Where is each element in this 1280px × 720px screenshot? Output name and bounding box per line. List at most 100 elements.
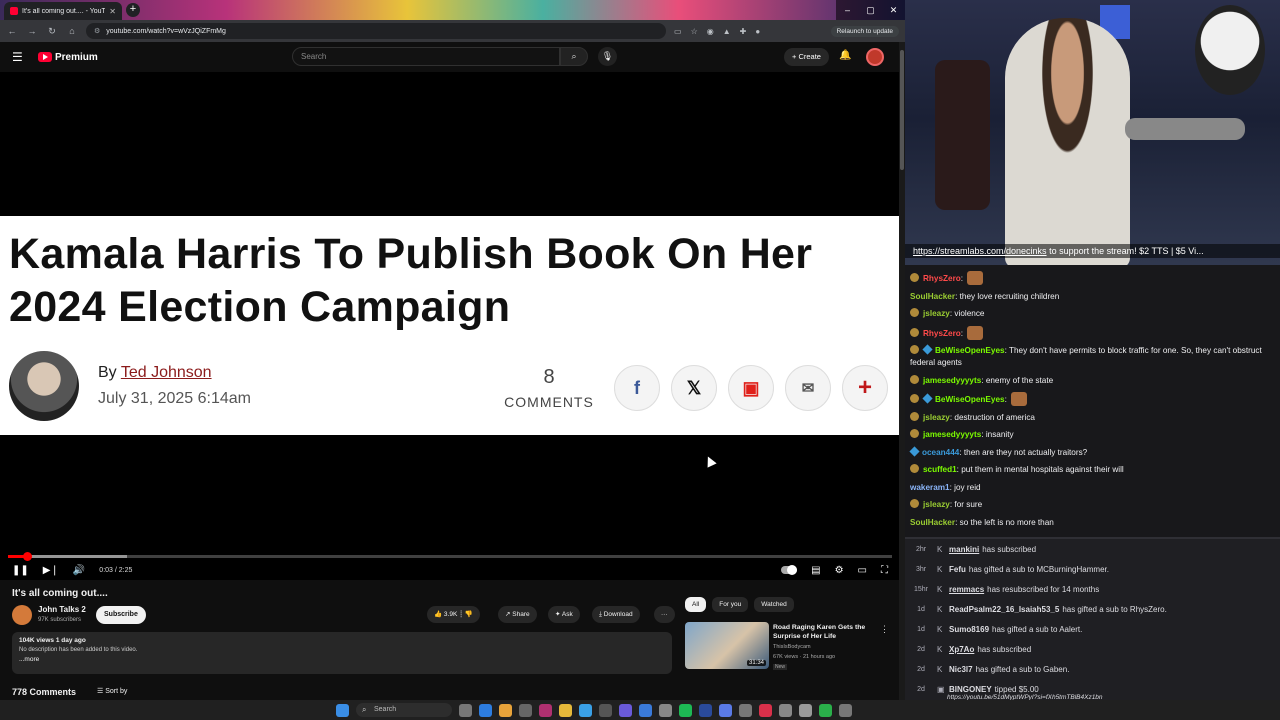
channel-name[interactable]: John Talks 2 [38, 605, 86, 614]
extension-icon[interactable]: ◉ [707, 27, 714, 36]
app-icon[interactable] [659, 703, 672, 717]
tab-close-icon[interactable]: ✕ [109, 7, 116, 16]
notifications-bell-icon[interactable]: 🔔 [839, 50, 851, 61]
app-icon[interactable] [779, 703, 792, 717]
chat-username[interactable]: scuffed1 [923, 465, 957, 474]
microphone-icon[interactable]: 🎙 [598, 47, 617, 66]
activity-username[interactable]: BINGONEY [949, 685, 992, 694]
ask-button[interactable]: ✦ Ask [548, 606, 580, 623]
search-input[interactable]: Search [292, 47, 560, 66]
discord-icon[interactable] [619, 703, 632, 717]
recommendation-title[interactable]: Road Raging Karen Gets the Surprise of H… [773, 623, 873, 641]
edge-icon[interactable] [479, 703, 492, 717]
video-progress-bar[interactable] [8, 552, 892, 561]
chat-username[interactable]: jamesedyyyyts [923, 430, 981, 439]
chat-username[interactable]: jsleazy [923, 413, 950, 422]
search-icon[interactable]: ⌕ [560, 47, 588, 66]
activity-username[interactable]: Xp7Ao [949, 645, 974, 654]
next-icon[interactable]: ▶❘ [43, 565, 59, 576]
taskbar-search[interactable]: Search [356, 703, 452, 717]
create-button[interactable]: + Create [784, 48, 829, 66]
description-box[interactable]: 104K views 1 day ago No description has … [12, 632, 672, 674]
browser-tab[interactable]: It's all coming out.... - YouT ✕ [4, 2, 122, 20]
scrollbar-thumb[interactable] [900, 50, 904, 170]
like-button[interactable]: 👍 3.9K ┊ 👎 [427, 606, 480, 623]
bookmark-star-icon[interactable]: ☆ [691, 27, 698, 36]
chat-username[interactable]: jsleazy [923, 500, 950, 509]
volume-icon[interactable]: 🔊 [73, 565, 85, 576]
activity-age: 1d [917, 605, 925, 613]
chat-username[interactable]: SoulHacker [910, 518, 955, 527]
chat-username[interactable]: ocean444 [922, 448, 959, 457]
channel-avatar[interactable] [12, 605, 32, 625]
more-actions-button[interactable]: ··· [654, 606, 675, 623]
app-icon[interactable] [599, 703, 612, 717]
address-bar[interactable]: ⚙ youtube.com/watch?v=wVzJQiZFmMg [86, 23, 666, 39]
chat-username[interactable]: jsleazy [923, 309, 950, 318]
file-explorer-icon[interactable] [559, 703, 572, 717]
account-avatar[interactable] [866, 48, 884, 66]
app-icon[interactable] [519, 703, 532, 717]
settings-gear-icon[interactable]: ⚙ [835, 565, 844, 576]
pause-icon[interactable]: ❚❚ [12, 565, 29, 576]
video-player[interactable]: Kamala Harris To Publish Book On Her 202… [0, 72, 900, 580]
relaunch-button[interactable]: Relaunch to update [830, 25, 899, 37]
activity-username[interactable]: ReadPsalm22_16_Isaiah53_5 [949, 605, 1059, 614]
app-icon[interactable] [799, 703, 812, 717]
chrome-icon[interactable] [499, 703, 512, 717]
subscribe-button[interactable]: Subscribe [96, 606, 146, 624]
chat-username[interactable]: SoulHacker [910, 292, 955, 301]
chip-watched[interactable]: Watched [754, 597, 794, 612]
activity-username[interactable]: mankini [949, 545, 979, 554]
forward-icon[interactable]: → [26, 26, 38, 36]
back-icon[interactable]: ← [6, 26, 18, 36]
chat-username[interactable]: BeWiseOpenEyes [935, 395, 1005, 404]
theater-mode-icon[interactable]: ▭ [858, 565, 867, 576]
extension-icon[interactable]: ▲ [723, 27, 731, 36]
task-view-icon[interactable] [459, 703, 472, 717]
sort-by-button[interactable]: ☰ Sort by [97, 687, 127, 695]
minimize-button[interactable]: – [836, 0, 859, 20]
description-more-link[interactable]: ...more [19, 656, 665, 663]
youtube-logo[interactable]: Premium [38, 52, 98, 63]
activity-username[interactable]: remmacs [949, 585, 984, 594]
app-icon[interactable] [839, 703, 852, 717]
recommendation-thumbnail[interactable]: 31:34 [685, 622, 769, 669]
app-icon[interactable] [639, 703, 652, 717]
puzzle-icon[interactable]: ✚ [740, 27, 747, 36]
new-tab-button[interactable]: + [126, 3, 140, 17]
chip-for-you[interactable]: For you [712, 597, 749, 612]
chip-all[interactable]: All [685, 597, 707, 612]
menu-icon[interactable]: ☰ [12, 50, 26, 64]
spotify-icon[interactable] [679, 703, 692, 717]
obs-icon[interactable] [539, 703, 552, 717]
activity-username[interactable]: Fefu [949, 565, 966, 574]
recommendation-menu-icon[interactable]: ⋮ [880, 624, 889, 635]
chat-username[interactable]: jamesedyyyyts [923, 376, 981, 385]
reload-icon[interactable]: ↻ [46, 26, 58, 37]
maximize-button[interactable]: ▢ [859, 0, 882, 20]
share-button[interactable]: ↗ Share [498, 606, 537, 623]
chat-username[interactable]: RhysZero [923, 329, 961, 338]
activity-username[interactable]: Nic3l7 [949, 665, 973, 674]
download-button[interactable]: ⤓ Download [592, 606, 640, 623]
captions-icon[interactable]: ▤ [811, 565, 820, 576]
cast-icon[interactable]: ▭ [674, 27, 682, 36]
close-window-button[interactable]: ✕ [882, 0, 905, 20]
app-icon[interactable] [579, 703, 592, 717]
app-icon[interactable] [739, 703, 752, 717]
home-icon[interactable]: ⌂ [66, 26, 78, 36]
profile-icon[interactable]: ● [755, 27, 760, 36]
app-icon[interactable] [719, 703, 732, 717]
chat-username[interactable]: wakeram1 [910, 483, 950, 492]
app-icon[interactable] [699, 703, 712, 717]
start-icon[interactable] [336, 703, 349, 717]
chat-username[interactable]: BeWiseOpenEyes [935, 346, 1005, 355]
app-icon[interactable] [759, 703, 772, 717]
autoplay-toggle[interactable] [781, 565, 798, 575]
fullscreen-icon[interactable]: ⛶ [881, 565, 888, 576]
site-info-icon[interactable]: ⚙ [94, 27, 100, 35]
activity-username[interactable]: Sumo8169 [949, 625, 989, 634]
app-icon[interactable] [819, 703, 832, 717]
chat-username[interactable]: RhysZero [923, 274, 961, 283]
